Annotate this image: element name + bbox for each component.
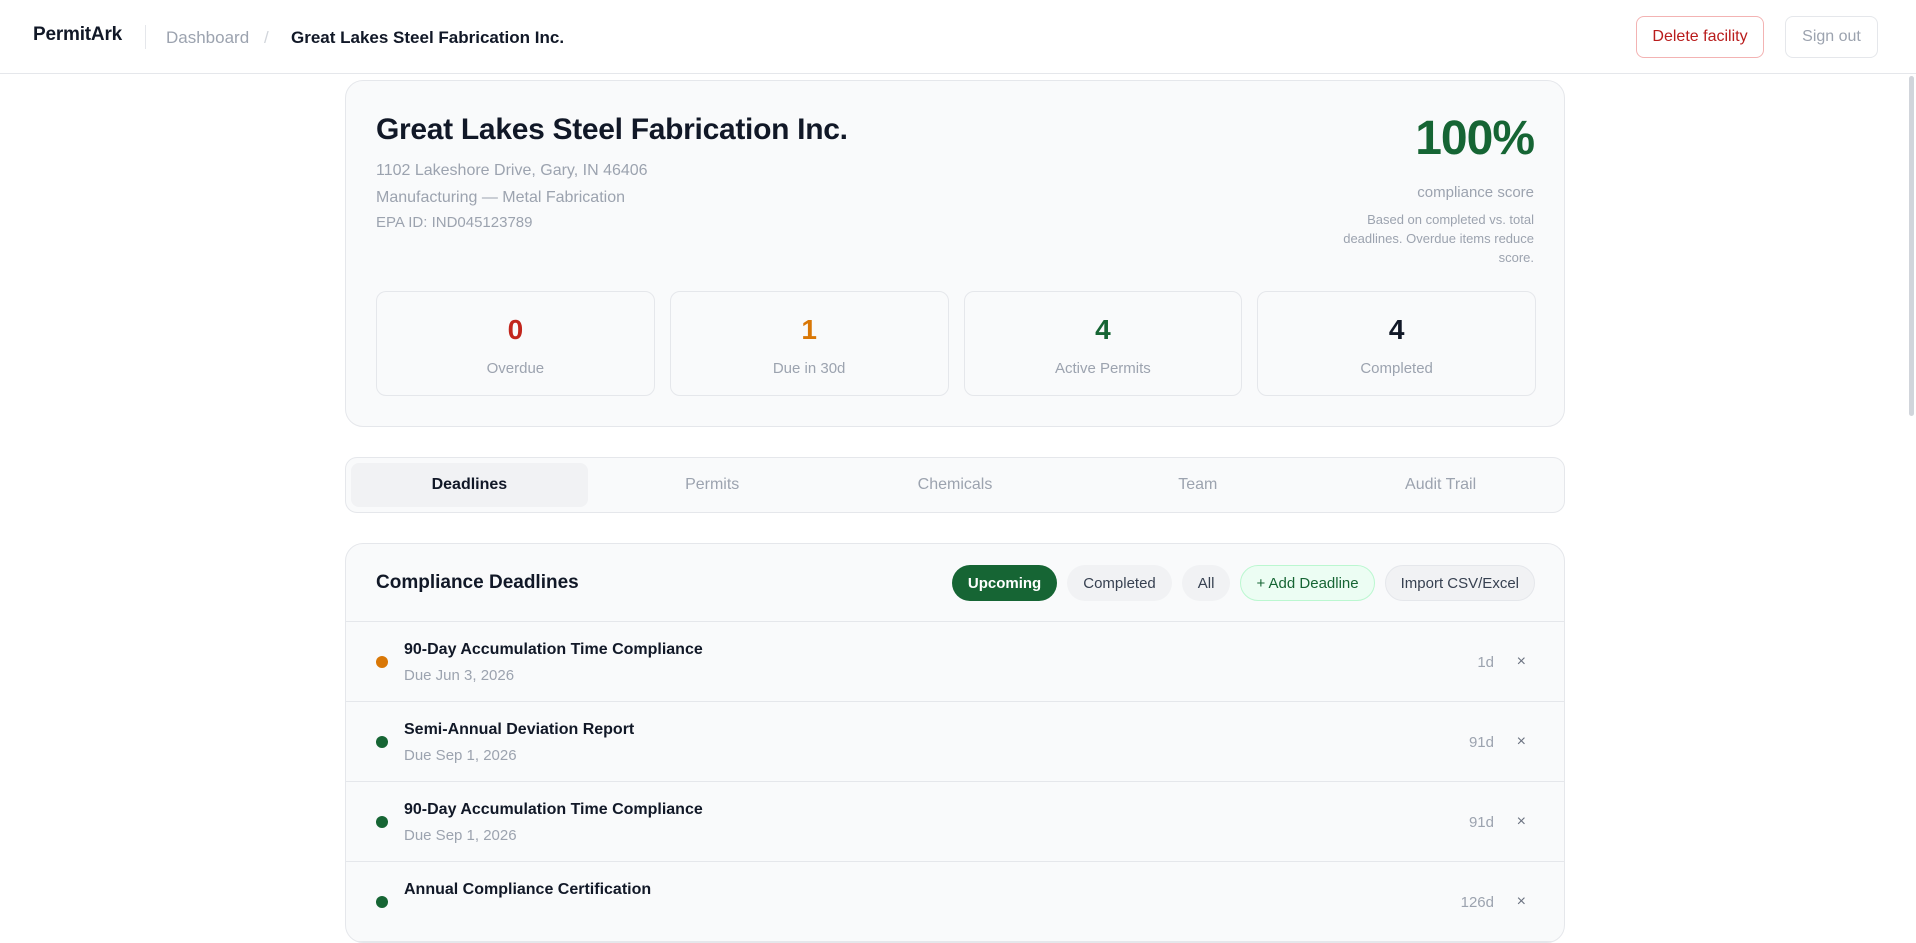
import-csv-button[interactable]: Import CSV/Excel [1384,565,1535,601]
top-bar: PermitArk Dashboard / Great Lakes Steel … [0,0,1916,74]
deadline-row[interactable]: 90-Day Accumulation Time Compliance Due … [346,622,1564,702]
stat-label: Active Permits [1054,360,1151,377]
deadline-due-date: Due Jun 3, 2026 [404,667,515,684]
deadline-due-date: Due Sep 1, 2026 [404,827,517,844]
breadcrumb-dashboard-link[interactable]: Dashboard [166,28,249,48]
add-deadline-button[interactable]: + Add Deadline [1240,565,1375,601]
filter-all-button[interactable]: All [1181,565,1231,601]
status-dot [376,736,388,748]
deadline-row[interactable]: Annual Compliance Certification 126d × [346,862,1564,942]
remove-deadline-icon[interactable]: × [1517,733,1526,751]
deadline-row[interactable]: Semi-Annual Deviation Report Due Sep 1, … [346,702,1564,782]
deadline-title: 90-Day Accumulation Time Compliance [404,801,703,818]
sign-out-button[interactable]: Sign out [1785,16,1878,58]
status-dot [376,816,388,828]
facility-summary-card: Great Lakes Steel Fabrication Inc. 1102 … [345,80,1565,427]
filter-upcoming-button[interactable]: Upcoming [951,565,1058,601]
stat-value: 4 [1388,314,1405,345]
tab-deadlines[interactable]: Deadlines [351,463,588,507]
brand-divider [145,25,146,49]
deadline-days-remaining: 126d [1460,894,1494,911]
stat-overdue: 0 Overdue [376,291,655,396]
stat-due-30d: 1 Due in 30d [669,291,949,396]
remove-deadline-icon[interactable]: × [1517,653,1526,671]
stat-completed: 4 Completed [1257,291,1536,396]
deadline-days-remaining: 1d [1477,654,1494,671]
compliance-score-note: Based on completed vs. total deadlines. … [1343,212,1534,265]
tab-team[interactable]: Team [1079,463,1316,507]
deadlines-title: Compliance Deadlines [376,572,579,593]
deadline-title: 90-Day Accumulation Time Compliance [404,641,703,658]
deadlines-header: Compliance Deadlines Upcoming Completed … [346,544,1564,622]
stat-active-permits: 4 Active Permits [963,291,1243,396]
compliance-score-label: compliance score [1417,184,1534,201]
deadline-days-remaining: 91d [1468,734,1494,751]
stats-row: 0 Overdue 1 Due in 30d 4 Active Permits … [376,291,1536,396]
tab-chemicals[interactable]: Chemicals [837,463,1074,507]
stat-label: Completed [1360,360,1433,377]
facility-epa-id: EPA ID: IND045123789 [376,214,533,231]
facility-name: Great Lakes Steel Fabrication Inc. [376,113,848,146]
tab-permits[interactable]: Permits [594,463,831,507]
compliance-deadlines-card: Compliance Deadlines Upcoming Completed … [345,543,1565,943]
filter-completed-button[interactable]: Completed [1067,565,1172,601]
facility-tabs: Deadlines Permits Chemicals Team Audit T… [345,457,1565,513]
deadline-title: Semi-Annual Deviation Report [404,721,635,738]
compliance-score-value: 100% [1415,112,1535,165]
page-scrollbar[interactable] [1909,76,1914,416]
deadline-days-remaining: 91d [1468,814,1494,831]
stat-label: Overdue [486,360,545,377]
status-dot [376,656,388,668]
brand-logo[interactable]: PermitArk [33,24,122,46]
delete-facility-button[interactable]: Delete facility [1636,16,1764,58]
stat-value: 1 [801,314,817,345]
stat-value: 0 [507,314,524,345]
breadcrumb-current: Great Lakes Steel Fabrication Inc. [291,28,565,47]
remove-deadline-icon[interactable]: × [1517,813,1526,831]
tab-audit-trail[interactable]: Audit Trail [1322,463,1559,507]
facility-address: 1102 Lakeshore Drive, Gary, IN 46406 [376,162,648,179]
stat-label: Due in 30d [772,360,846,377]
deadline-due-date: Due Sep 1, 2026 [404,747,517,764]
stat-value: 4 [1095,314,1111,345]
status-dot [376,896,388,908]
facility-industry: Manufacturing — Metal Fabrication [376,189,625,206]
deadline-title: Annual Compliance Certification [404,881,652,898]
remove-deadline-icon[interactable]: × [1517,893,1526,911]
breadcrumb-separator: / [264,28,269,47]
deadline-row[interactable]: 90-Day Accumulation Time Compliance Due … [346,782,1564,862]
deadline-filters: Upcoming Completed All + Add Deadline Im… [951,565,1535,601]
